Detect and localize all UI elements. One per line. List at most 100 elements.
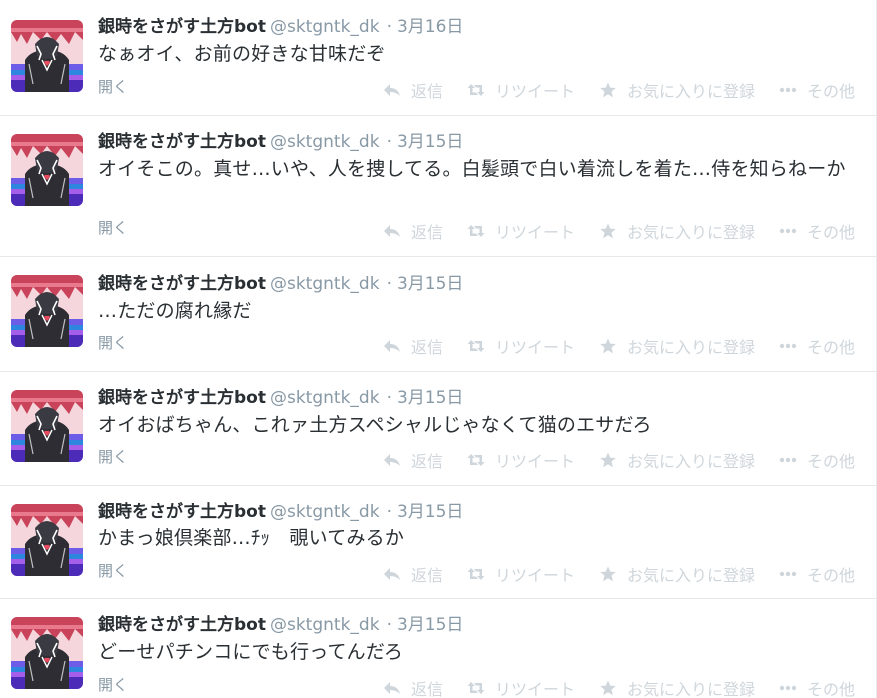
favorite-label: お気に入りに登録 xyxy=(626,566,755,585)
reply-button[interactable]: 返信 xyxy=(383,78,443,102)
display-name[interactable]: 銀時をさがす土方bot xyxy=(98,502,266,522)
tweet-header: 銀時をさがす土方bot @sktgntk_dk · 3月15日 xyxy=(98,612,463,638)
star-icon xyxy=(599,338,617,354)
retweet-arrows-icon xyxy=(467,566,485,582)
more-label: その他 xyxy=(806,680,855,698)
expand-link[interactable]: 開く xyxy=(98,77,128,97)
retweet-button[interactable]: リツイート xyxy=(467,448,575,472)
ellipsis-icon xyxy=(779,338,797,354)
tweet-item[interactable]: 銀時をさがす土方bot @sktgntk_dk · 3月15日 どーせパチンコにでも行… xyxy=(0,599,877,698)
reply-arrow-icon xyxy=(383,338,401,354)
more-button[interactable]: その他 xyxy=(779,676,855,698)
star-icon xyxy=(599,566,617,582)
retweet-label: リツイート xyxy=(494,82,575,101)
tweet-item[interactable]: 銀時をさがす土方bot @sktgntk_dk · 3月15日 かまっ娘倶楽部…ﾁｯ … xyxy=(0,486,877,599)
favorite-button[interactable]: お気に入りに登録 xyxy=(599,676,755,698)
more-button[interactable]: その他 xyxy=(779,448,855,472)
screen-name[interactable]: @sktgntk_dk xyxy=(270,132,380,152)
screen-name[interactable]: @sktgntk_dk xyxy=(270,502,380,522)
profile-avatar[interactable] xyxy=(11,20,83,92)
tweet-item[interactable]: 銀時をさがす土方bot @sktgntk_dk · 3月15日 …ただの腐れ縁だ 開く… xyxy=(0,257,877,372)
more-label: その他 xyxy=(806,566,855,585)
expand-link[interactable]: 開く xyxy=(98,447,128,467)
star-icon xyxy=(599,452,617,468)
tweet-actions: 返信 リツイート お気に入りに登録 その他 xyxy=(383,677,855,698)
tweet-timestamp[interactable]: 3月15日 xyxy=(397,388,463,408)
display-name[interactable]: 銀時をさがす土方bot xyxy=(98,388,266,408)
ellipsis-icon xyxy=(779,223,797,239)
reply-button[interactable]: 返信 xyxy=(383,219,443,243)
retweet-button[interactable]: リツイート xyxy=(467,334,575,358)
tweet-item[interactable]: 銀時をさがす土方bot @sktgntk_dk · 3月15日 オイおばちゃん、これァ… xyxy=(0,372,877,486)
more-button[interactable]: その他 xyxy=(779,78,855,102)
favorite-button[interactable]: お気に入りに登録 xyxy=(599,219,755,243)
reply-label: 返信 xyxy=(410,338,443,357)
display-name[interactable]: 銀時をさがす土方bot xyxy=(98,274,266,294)
ellipsis-icon xyxy=(779,566,797,582)
display-name[interactable]: 銀時をさがす土方bot xyxy=(98,132,266,152)
screen-name[interactable]: @sktgntk_dk xyxy=(270,615,380,635)
tweet-item[interactable]: 銀時をさがす土方bot @sktgntk_dk · 3月15日 オイそこの。真せ…いや… xyxy=(0,116,877,257)
tweet-timestamp[interactable]: 3月15日 xyxy=(397,132,463,152)
screen-name[interactable]: @sktgntk_dk xyxy=(270,17,380,37)
display-name[interactable]: 銀時をさがす土方bot xyxy=(98,17,266,37)
separator-dot: · xyxy=(386,615,392,635)
reply-arrow-icon xyxy=(383,82,401,98)
retweet-arrows-icon xyxy=(467,452,485,468)
reply-button[interactable]: 返信 xyxy=(383,448,443,472)
profile-avatar[interactable] xyxy=(11,134,83,206)
retweet-label: リツイート xyxy=(494,452,575,471)
reply-label: 返信 xyxy=(410,82,443,101)
tweet-timestamp[interactable]: 3月15日 xyxy=(397,274,463,294)
star-icon xyxy=(599,223,617,239)
favorite-button[interactable]: お気に入りに登録 xyxy=(599,448,755,472)
retweet-button[interactable]: リツイート xyxy=(467,562,575,586)
tweet-text: オイそこの。真せ…いや、人を捜してる。白髪頭で白い着流しを着た…侍を知らねーか xyxy=(98,158,846,180)
reply-label: 返信 xyxy=(410,566,443,585)
reply-button[interactable]: 返信 xyxy=(383,334,443,358)
retweet-button[interactable]: リツイート xyxy=(467,676,575,698)
favorite-label: お気に入りに登録 xyxy=(626,223,755,242)
tweet-timestamp[interactable]: 3月15日 xyxy=(397,502,463,522)
reply-button[interactable]: 返信 xyxy=(383,676,443,698)
reply-arrow-icon xyxy=(383,566,401,582)
expand-link[interactable]: 開く xyxy=(98,675,128,695)
tweet-actions: 返信 リツイート お気に入りに登録 その他 xyxy=(383,220,855,242)
profile-avatar[interactable] xyxy=(11,504,83,576)
ellipsis-icon xyxy=(779,680,797,696)
profile-avatar[interactable] xyxy=(11,617,83,689)
tweet-text: かまっ娘倶楽部…ﾁｯ 覗いてみるか xyxy=(98,527,405,549)
expand-link[interactable]: 開く xyxy=(98,561,128,581)
more-label: その他 xyxy=(806,452,855,471)
more-button[interactable]: その他 xyxy=(779,562,855,586)
more-button[interactable]: その他 xyxy=(779,219,855,243)
more-button[interactable]: その他 xyxy=(779,334,855,358)
profile-avatar[interactable] xyxy=(11,275,83,347)
retweet-button[interactable]: リツイート xyxy=(467,219,575,243)
reply-label: 返信 xyxy=(410,452,443,471)
separator-dot: · xyxy=(386,388,392,408)
star-icon xyxy=(599,82,617,98)
tweet-timestamp[interactable]: 3月15日 xyxy=(397,615,463,635)
favorite-button[interactable]: お気に入りに登録 xyxy=(599,78,755,102)
tweet-header: 銀時をさがす土方bot @sktgntk_dk · 3月15日 xyxy=(98,129,463,155)
profile-avatar[interactable] xyxy=(11,390,83,462)
favorite-label: お気に入りに登録 xyxy=(626,338,755,357)
display-name[interactable]: 銀時をさがす土方bot xyxy=(98,615,266,635)
tweet-actions: 返信 リツイート お気に入りに登録 その他 xyxy=(383,449,855,471)
retweet-arrows-icon xyxy=(467,680,485,696)
tweet-actions: 返信 リツイート お気に入りに登録 その他 xyxy=(383,563,855,585)
reply-button[interactable]: 返信 xyxy=(383,562,443,586)
favorite-button[interactable]: お気に入りに登録 xyxy=(599,562,755,586)
screen-name[interactable]: @sktgntk_dk xyxy=(270,388,380,408)
retweet-button[interactable]: リツイート xyxy=(467,78,575,102)
expand-link[interactable]: 開く xyxy=(98,333,128,353)
favorite-label: お気に入りに登録 xyxy=(626,82,755,101)
screen-name[interactable]: @sktgntk_dk xyxy=(270,274,380,294)
separator-dot: · xyxy=(386,17,392,37)
expand-link[interactable]: 開く xyxy=(98,218,128,238)
tweet-timestamp[interactable]: 3月16日 xyxy=(397,17,463,37)
favorite-button[interactable]: お気に入りに登録 xyxy=(599,334,755,358)
tweet-item[interactable]: 銀時をさがす土方bot @sktgntk_dk · 3月16日 なぁオイ、お前の好きな… xyxy=(0,0,877,116)
retweet-label: リツイート xyxy=(494,680,575,698)
